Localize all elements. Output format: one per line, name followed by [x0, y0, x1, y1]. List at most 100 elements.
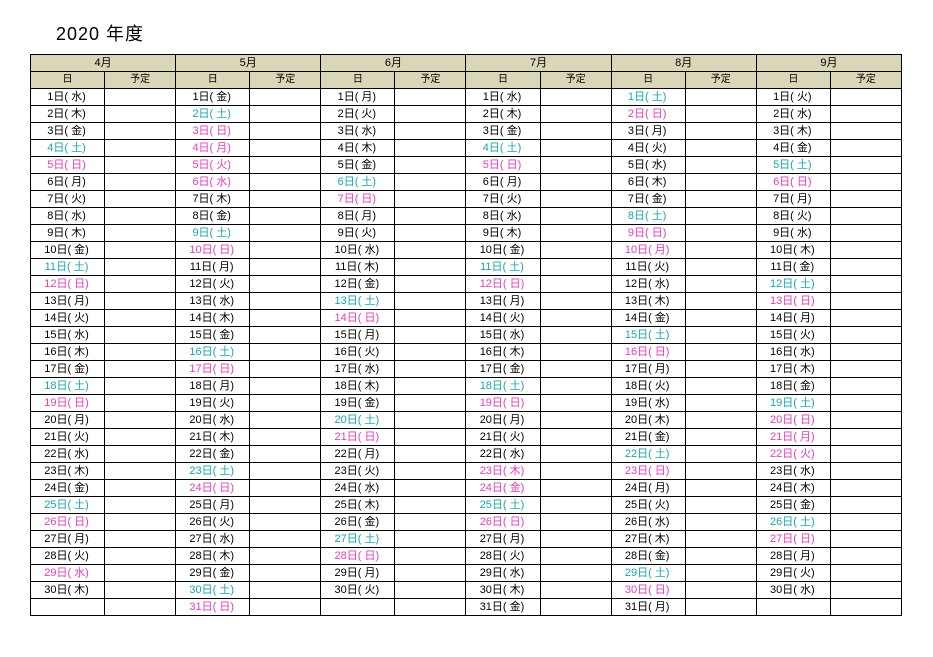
date-cell: 25日( 土)	[466, 497, 540, 514]
plan-cell	[250, 412, 321, 429]
date-cell	[321, 599, 395, 616]
plan-cell	[250, 582, 321, 599]
plan-cell	[395, 412, 466, 429]
plan-cell	[250, 140, 321, 157]
date-cell: 15日( 火)	[756, 327, 830, 344]
table-row: 5日( 日)5日( 火)5日( 金)5日( 日)5日( 水)5日( 土)	[31, 157, 902, 174]
date-cell: 5日( 土)	[756, 157, 830, 174]
date-cell: 30日( 木)	[466, 582, 540, 599]
date-cell: 3日( 木)	[756, 123, 830, 140]
page-title: 2020 年度	[56, 20, 903, 46]
date-cell: 20日( 月)	[31, 412, 105, 429]
plan-cell	[540, 293, 611, 310]
date-cell: 3日( 月)	[611, 123, 685, 140]
plan-cell	[105, 378, 176, 395]
date-cell: 28日( 火)	[466, 548, 540, 565]
plan-cell	[685, 497, 756, 514]
table-row: 13日( 月)13日( 水)13日( 土)13日( 月)13日( 木)13日( …	[31, 293, 902, 310]
date-cell: 10日( 金)	[31, 242, 105, 259]
plan-cell	[395, 310, 466, 327]
plan-cell	[685, 548, 756, 565]
table-row: 27日( 月)27日( 水)27日( 土)27日( 月)27日( 木)27日( …	[31, 531, 902, 548]
table-row: 8日( 水)8日( 金)8日( 月)8日( 水)8日( 土)8日( 火)	[31, 208, 902, 225]
date-cell: 31日( 日)	[176, 599, 250, 616]
date-cell: 25日( 金)	[756, 497, 830, 514]
plan-cell	[685, 140, 756, 157]
plan-cell	[395, 480, 466, 497]
table-row: 26日( 日)26日( 火)26日( 金)26日( 日)26日( 水)26日( …	[31, 514, 902, 531]
table-row: 6日( 月)6日( 水)6日( 土)6日( 月)6日( 木)6日( 日)	[31, 174, 902, 191]
date-cell: 9日( 土)	[176, 225, 250, 242]
date-cell: 4日( 金)	[756, 140, 830, 157]
plan-cell	[830, 599, 901, 616]
plan-cell	[105, 480, 176, 497]
date-cell: 27日( 水)	[176, 531, 250, 548]
plan-cell	[540, 412, 611, 429]
date-cell: 7日( 火)	[31, 191, 105, 208]
date-cell: 30日( 水)	[756, 582, 830, 599]
plan-cell	[105, 565, 176, 582]
subheader-day: 日	[466, 72, 540, 89]
date-cell: 4日( 月)	[176, 140, 250, 157]
plan-cell	[685, 123, 756, 140]
date-cell: 2日( 木)	[31, 106, 105, 123]
date-cell: 8日( 水)	[31, 208, 105, 225]
subheader-day: 日	[321, 72, 395, 89]
plan-cell	[250, 429, 321, 446]
subheader-day: 日	[611, 72, 685, 89]
plan-cell	[540, 276, 611, 293]
sub-header-row: 日 予定 日 予定 日 予定 日 予定 日 予定 日 予定	[31, 72, 902, 89]
date-cell: 22日( 水)	[31, 446, 105, 463]
date-cell: 30日( 土)	[176, 582, 250, 599]
plan-cell	[540, 310, 611, 327]
plan-cell	[105, 157, 176, 174]
date-cell: 11日( 火)	[611, 259, 685, 276]
plan-cell	[105, 123, 176, 140]
plan-cell	[250, 327, 321, 344]
date-cell: 17日( 水)	[321, 361, 395, 378]
plan-cell	[105, 395, 176, 412]
plan-cell	[685, 463, 756, 480]
plan-cell	[830, 259, 901, 276]
date-cell	[31, 599, 105, 616]
plan-cell	[830, 395, 901, 412]
plan-cell	[395, 514, 466, 531]
table-row: 9日( 木)9日( 土)9日( 火)9日( 木)9日( 日)9日( 水)	[31, 225, 902, 242]
date-cell: 20日( 月)	[466, 412, 540, 429]
plan-cell	[250, 123, 321, 140]
date-cell: 1日( 水)	[31, 89, 105, 106]
table-row: 31日( 日)31日( 金)31日( 月)	[31, 599, 902, 616]
plan-cell	[830, 293, 901, 310]
table-row: 3日( 金)3日( 日)3日( 水)3日( 金)3日( 月)3日( 木)	[31, 123, 902, 140]
plan-cell	[685, 293, 756, 310]
date-cell: 27日( 月)	[31, 531, 105, 548]
date-cell: 7日( 月)	[756, 191, 830, 208]
plan-cell	[250, 446, 321, 463]
plan-cell	[250, 548, 321, 565]
date-cell: 13日( 水)	[176, 293, 250, 310]
plan-cell	[395, 276, 466, 293]
subheader-plan: 予定	[540, 72, 611, 89]
month-header-row: 4月 5月 6月 7月 8月 9月	[31, 55, 902, 72]
plan-cell	[540, 140, 611, 157]
plan-cell	[395, 344, 466, 361]
plan-cell	[685, 242, 756, 259]
plan-cell	[395, 174, 466, 191]
plan-cell	[250, 463, 321, 480]
subheader-plan: 予定	[250, 72, 321, 89]
date-cell: 5日( 水)	[611, 157, 685, 174]
date-cell: 6日( 月)	[466, 174, 540, 191]
plan-cell	[540, 106, 611, 123]
table-row: 15日( 水)15日( 金)15日( 月)15日( 水)15日( 土)15日( …	[31, 327, 902, 344]
date-cell: 8日( 水)	[466, 208, 540, 225]
date-cell: 4日( 土)	[466, 140, 540, 157]
date-cell: 28日( 月)	[756, 548, 830, 565]
plan-cell	[540, 565, 611, 582]
date-cell: 18日( 木)	[321, 378, 395, 395]
date-cell: 19日( 水)	[611, 395, 685, 412]
plan-cell	[105, 89, 176, 106]
plan-cell	[105, 446, 176, 463]
date-cell: 30日( 日)	[611, 582, 685, 599]
date-cell: 24日( 金)	[31, 480, 105, 497]
plan-cell	[105, 531, 176, 548]
